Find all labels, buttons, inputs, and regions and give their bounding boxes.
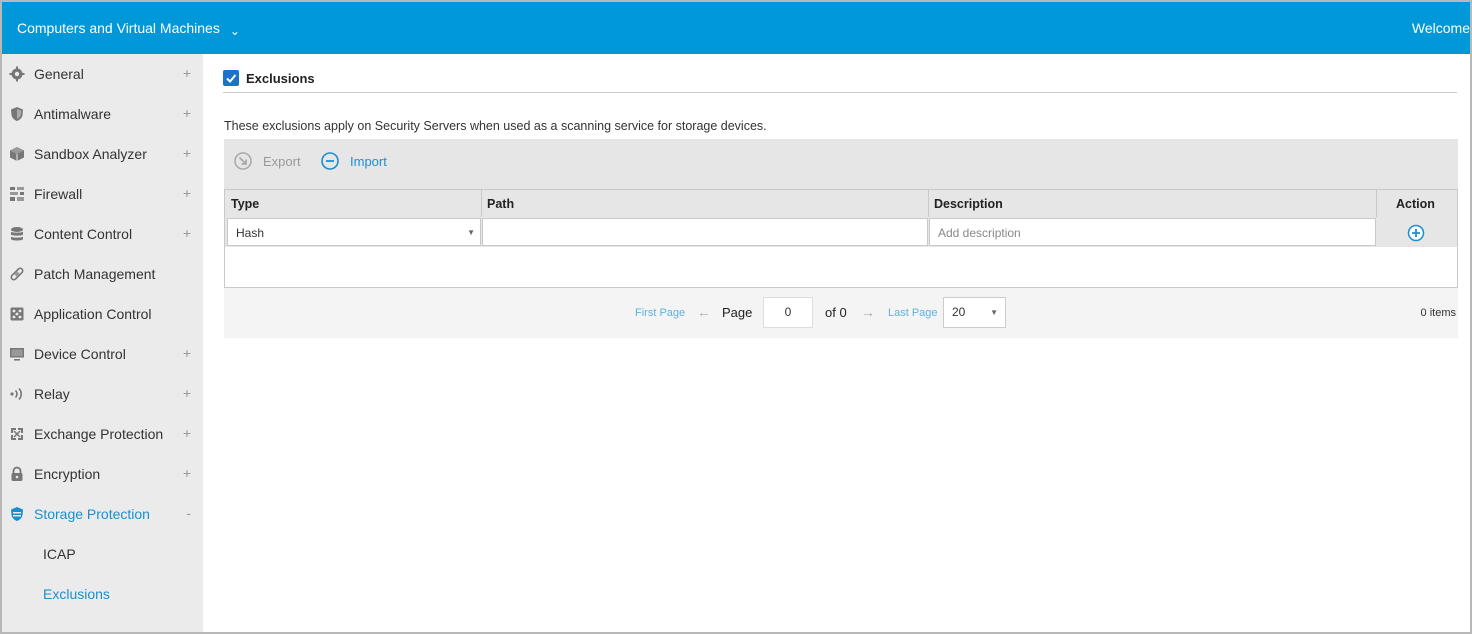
- column-header-path[interactable]: Path: [487, 197, 514, 211]
- sidebar-item-label: Storage Protection: [34, 506, 150, 522]
- sidebar-item-exchange-protection[interactable]: Exchange Protection +: [2, 414, 203, 454]
- sidebar-item-label: Patch Management: [34, 266, 156, 282]
- expand-icon[interactable]: +: [183, 425, 191, 441]
- sidebar-item-general[interactable]: General +: [2, 54, 203, 94]
- column-divider: [1376, 190, 1377, 218]
- database-icon: [8, 225, 26, 243]
- cube-icon: [8, 145, 26, 163]
- table-header: Type Path Description Action: [225, 189, 1457, 218]
- last-page-link[interactable]: Last Page: [888, 307, 938, 319]
- expand-icon[interactable]: +: [183, 225, 191, 241]
- bandage-icon: [8, 265, 26, 283]
- expand-icon[interactable]: +: [183, 145, 191, 161]
- collapse-icon[interactable]: -: [186, 505, 191, 521]
- sidebar-item-label: General: [34, 66, 84, 82]
- sidebar-item-relay[interactable]: Relay +: [2, 374, 203, 414]
- shield-icon: [8, 105, 26, 123]
- first-page-link[interactable]: First Page: [635, 307, 685, 319]
- sidebar-item-label: Firewall: [34, 186, 83, 202]
- plus-circle-icon: [1407, 224, 1425, 242]
- sidebar-item-label: Relay: [34, 386, 70, 402]
- page-number-input[interactable]: 0: [763, 297, 813, 328]
- sidebar-item-patch-management[interactable]: Patch Management: [2, 254, 203, 294]
- path-input[interactable]: [482, 218, 928, 246]
- items-count: 0 items: [1420, 307, 1456, 319]
- arrow-right-icon[interactable]: →: [861, 304, 875, 320]
- column-header-action: Action: [1396, 197, 1435, 211]
- section-title: Exclusions: [246, 71, 315, 86]
- sidebar-item-device-control[interactable]: Device Control +: [2, 334, 203, 374]
- sidebar-item-label: Application Control: [34, 306, 152, 322]
- app-window: Computers and Virtual Machines ⌄ Welcome …: [0, 0, 1472, 634]
- expand-icon[interactable]: +: [183, 465, 191, 481]
- section-description: These exclusions apply on Security Serve…: [224, 119, 767, 133]
- storage-icon: [8, 505, 26, 523]
- sidebar-item-label: Sandbox Analyzer: [34, 146, 147, 162]
- column-divider: [481, 190, 482, 218]
- exclusions-table: Type Path Description Action Hash ▼ Add …: [224, 189, 1458, 288]
- exchange-icon: [8, 425, 26, 443]
- toolbar: Export Import: [224, 139, 1458, 189]
- export-button[interactable]: Export: [233, 151, 301, 171]
- page-size-value: 20: [952, 305, 966, 319]
- expand-icon[interactable]: +: [183, 385, 191, 401]
- add-exclusion-button[interactable]: [1407, 224, 1425, 242]
- signal-icon: [8, 385, 26, 403]
- type-select[interactable]: Hash ▼: [227, 218, 481, 246]
- sidebar-item-label: Content Control: [34, 226, 133, 242]
- sidebar-item-label: Exchange Protection: [34, 426, 164, 442]
- monitor-icon: [8, 345, 26, 363]
- app-icon: [8, 305, 26, 323]
- import-label: Import: [350, 153, 387, 169]
- caret-down-icon: ▼: [990, 308, 998, 317]
- exclusions-checkbox[interactable]: [223, 70, 239, 86]
- sidebar-item-encryption[interactable]: Encryption +: [2, 454, 203, 494]
- sidebar-item-content-control[interactable]: Content Control +: [2, 214, 203, 254]
- sidebar-item-application-control[interactable]: Application Control: [2, 294, 203, 334]
- export-icon: [234, 152, 252, 170]
- section-header: Exclusions: [223, 69, 1457, 93]
- caret-down-icon: ▼: [467, 228, 475, 237]
- sidebar-subitem-icap[interactable]: ICAP: [2, 534, 203, 574]
- sidebar-item-label: Encryption: [34, 466, 101, 482]
- sidebar-item-firewall[interactable]: Firewall +: [2, 174, 203, 214]
- context-label: Computers and Virtual Machines: [17, 20, 220, 36]
- import-button[interactable]: Import: [320, 151, 387, 171]
- column-header-type[interactable]: Type: [231, 197, 259, 211]
- page-size-select[interactable]: 20 ▼: [943, 297, 1006, 328]
- lock-icon: [8, 465, 26, 483]
- context-selector[interactable]: Computers and Virtual Machines ⌄: [17, 20, 240, 38]
- pagination-bar: First Page ← Page 0 of 0 → Last Page 20 …: [224, 288, 1458, 338]
- firewall-icon: [8, 185, 26, 203]
- page-label: Page: [722, 305, 753, 320]
- sidebar-item-antimalware[interactable]: Antimalware +: [2, 94, 203, 134]
- table-body-empty: [225, 247, 1457, 287]
- column-divider: [928, 190, 929, 218]
- sidebar-subitem-exclusions[interactable]: Exclusions: [2, 574, 203, 614]
- checkmark-icon: [226, 74, 237, 83]
- sidebar-item-sandbox-analyzer[interactable]: Sandbox Analyzer +: [2, 134, 203, 174]
- welcome-label: Welcome: [1411, 20, 1470, 36]
- gear-icon: [8, 65, 26, 83]
- minus-circle-icon: [321, 152, 339, 170]
- expand-icon[interactable]: +: [183, 65, 191, 81]
- export-label: Export: [263, 153, 301, 169]
- description-input[interactable]: Add description: [929, 218, 1376, 246]
- sidebar-item-label: Device Control: [34, 346, 126, 362]
- main-panel: Exclusions These exclusions apply on Sec…: [203, 54, 1470, 632]
- page-total-label: of 0: [825, 305, 847, 320]
- sidebar-item-label: Antimalware: [34, 106, 112, 122]
- chevron-down-icon: ⌄: [229, 24, 240, 38]
- expand-icon[interactable]: +: [183, 185, 191, 201]
- arrow-left-icon[interactable]: ←: [697, 304, 711, 320]
- type-select-value: Hash: [236, 226, 265, 240]
- sidebar: General + Antimalware + Sandbox Analyzer…: [2, 54, 203, 632]
- sidebar-item-storage-protection[interactable]: Storage Protection -: [2, 494, 203, 534]
- column-header-description[interactable]: Description: [934, 197, 1003, 211]
- expand-icon[interactable]: +: [183, 105, 191, 121]
- new-exclusion-row: Hash ▼ Add description: [225, 217, 1457, 247]
- top-bar: Computers and Virtual Machines ⌄ Welcome: [2, 2, 1470, 54]
- expand-icon[interactable]: +: [183, 345, 191, 361]
